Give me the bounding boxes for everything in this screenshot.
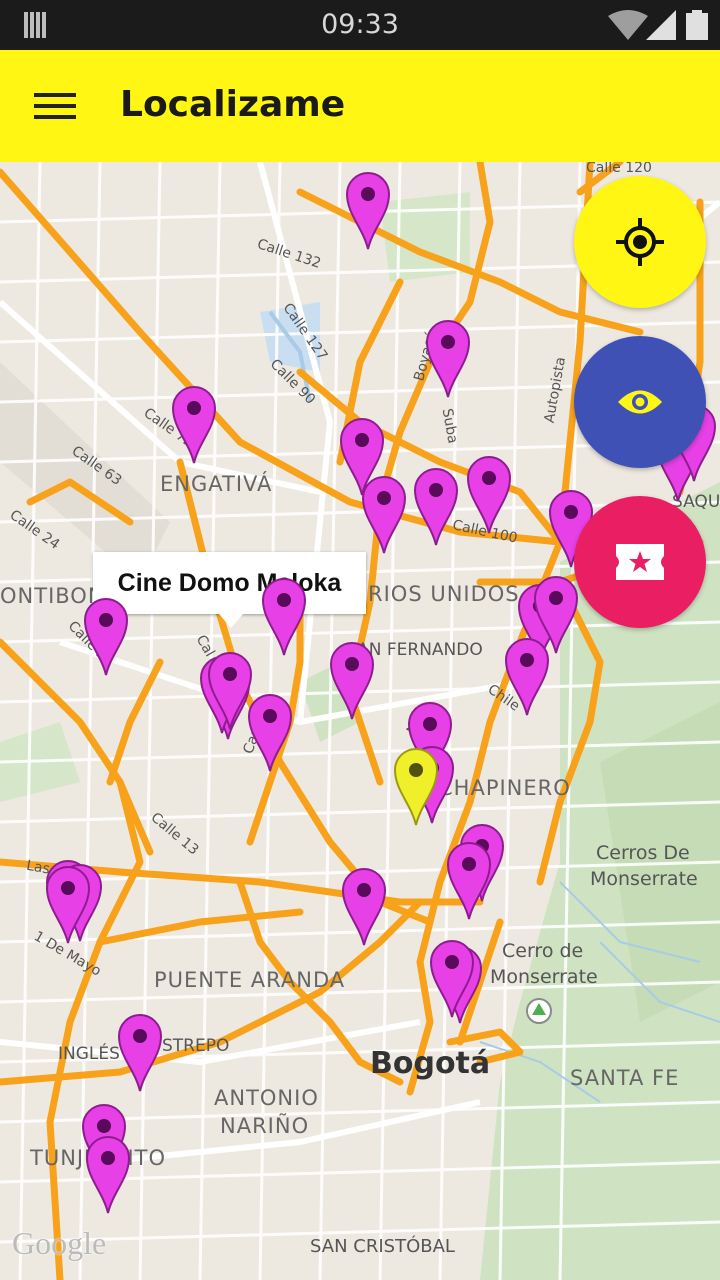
park-icon: [526, 998, 552, 1024]
wifi-icon: [608, 10, 648, 40]
label-puente-aranda: PUENTE ARANDA: [154, 968, 346, 992]
map-marker-pin[interactable]: [83, 596, 129, 676]
map-marker-pin[interactable]: [345, 170, 391, 250]
my-location-button[interactable]: [574, 176, 706, 308]
my-location-crosshair-icon: [616, 218, 664, 266]
label-restrepo: STREPO: [162, 1036, 230, 1056]
map-marker-pin[interactable]: [329, 640, 375, 720]
ticket-star-icon: [616, 544, 664, 580]
map-marker-pin[interactable]: [413, 466, 459, 546]
hamburger-menu-icon: [34, 93, 76, 119]
battery-icon: [686, 10, 708, 40]
eye-icon: [618, 390, 662, 414]
map-view[interactable]: Calle 120 Calle 132 Calle 127 Calle 90 C…: [0, 162, 720, 1280]
label-cerros-1: Cerros De: [596, 842, 690, 864]
map-marker-pin[interactable]: [261, 576, 307, 656]
cell-signal-icon: [646, 10, 676, 40]
label-calle-120: Calle 120: [586, 162, 652, 176]
google-logo: Google: [12, 1225, 107, 1261]
label-barrios-unidos: RIOS UNIDOS: [368, 582, 520, 606]
visibility-button[interactable]: [574, 336, 706, 468]
label-cerro-1: Cerro de: [502, 940, 584, 962]
map-marker-pin[interactable]: [361, 474, 407, 554]
map-marker-pin[interactable]: [425, 318, 471, 398]
status-bar: 09:33: [0, 0, 720, 50]
app-bar: Localizame: [0, 50, 720, 162]
label-santa-fe: SANTA FE: [570, 1066, 680, 1090]
tickets-button[interactable]: [574, 496, 706, 628]
map-marker-pin[interactable]: [504, 636, 550, 716]
selected-map-marker-pin[interactable]: [393, 746, 439, 826]
label-antonio-narino-1: ANTONIO: [214, 1086, 319, 1110]
menu-button[interactable]: [20, 74, 90, 138]
map-marker-pin[interactable]: [85, 1134, 131, 1214]
label-cerros-2: Monserrate: [590, 868, 698, 890]
map-marker-pin[interactable]: [466, 454, 512, 534]
map-marker-pin[interactable]: [341, 866, 387, 946]
label-san-cristobal: SAN CRISTÓBAL: [310, 1236, 455, 1257]
info-window-pointer: [219, 614, 243, 628]
map-marker-pin[interactable]: [429, 938, 475, 1018]
label-bogota: Bogotá: [370, 1046, 491, 1081]
map-marker-pin[interactable]: [171, 384, 217, 464]
label-antonio-narino-2: NARIÑO: [220, 1114, 310, 1138]
app-title: Localizame: [120, 84, 346, 125]
map-marker-pin[interactable]: [45, 864, 91, 944]
label-chapinero: CHAPINERO: [438, 776, 571, 800]
label-ingles: INGLÉS: [58, 1044, 120, 1064]
label-cerro-2: Monserrate: [490, 966, 598, 988]
map-marker-pin[interactable]: [446, 840, 492, 920]
map-marker-pin[interactable]: [117, 1012, 163, 1092]
label-engativa: ENGATIVÁ: [160, 472, 273, 496]
map-marker-pin[interactable]: [247, 692, 293, 772]
marker-info-window[interactable]: Cine Domo Maloka: [93, 552, 366, 614]
